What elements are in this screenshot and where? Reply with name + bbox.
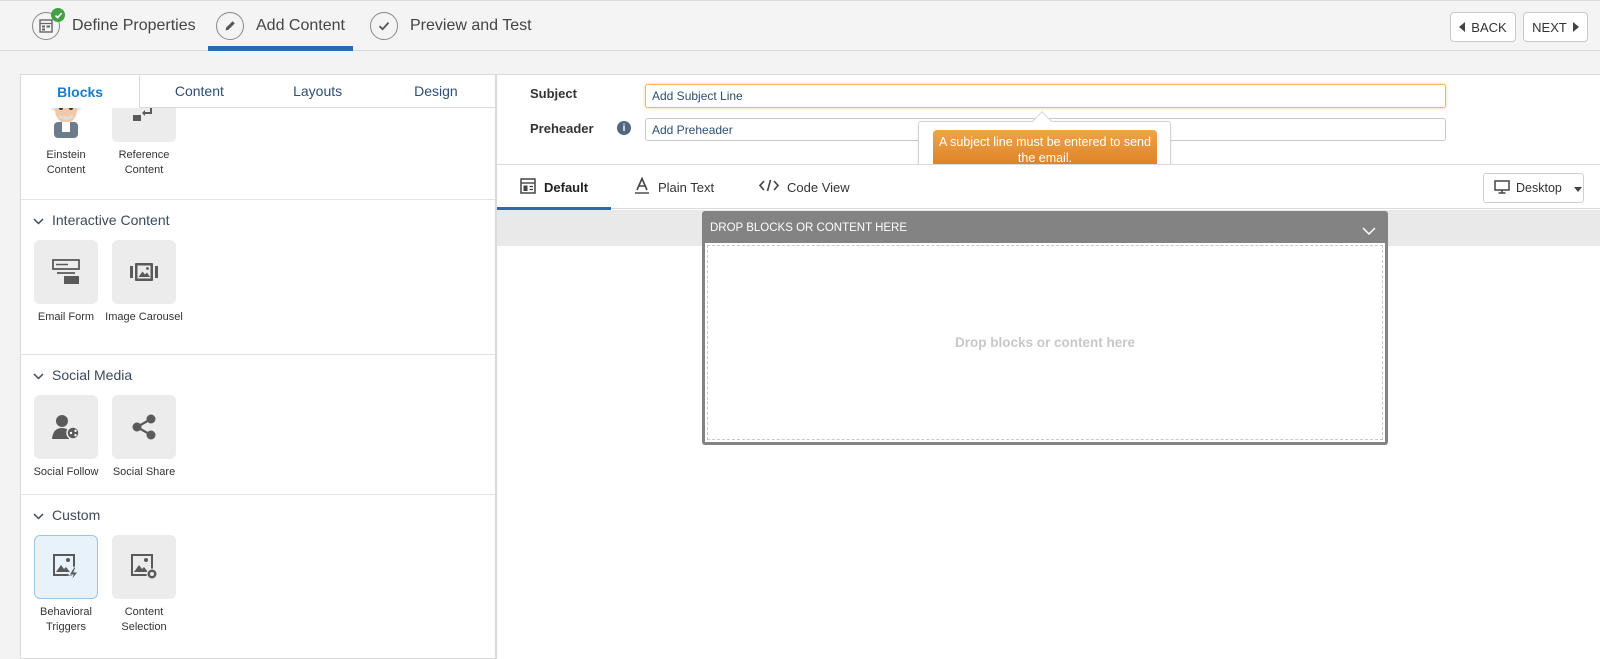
- step-preview-and-test[interactable]: Preview and Test: [370, 1, 532, 51]
- active-step-indicator: [208, 46, 353, 51]
- section-title: Interactive Content: [52, 212, 170, 228]
- back-button-label: BACK: [1471, 19, 1507, 35]
- monitor-icon: [1494, 179, 1510, 197]
- section-custom: Custom Behavioral Triggers Content Selec…: [21, 495, 495, 658]
- block-reference-content[interactable]: Reference Content: [112, 108, 176, 178]
- chevron-down-icon: [33, 212, 44, 228]
- section-title: Social Media: [52, 367, 133, 383]
- drop-zone-header: DROP BLOCKS OR CONTENT HERE: [710, 222, 908, 234]
- step-label: Preview and Test: [410, 17, 532, 34]
- section-header[interactable]: Social Media: [21, 355, 495, 395]
- next-button[interactable]: NEXT: [1523, 12, 1588, 42]
- tab-label: Plain Text: [658, 179, 715, 195]
- tab-design[interactable]: Design: [377, 75, 495, 107]
- carousel-icon: [112, 240, 176, 304]
- drop-zone-placeholder[interactable]: Drop blocks or content here: [705, 243, 1385, 442]
- tile-label: Image Carousel: [105, 311, 183, 323]
- code-icon: [758, 179, 780, 195]
- subject-input[interactable]: Add Subject Line: [645, 84, 1446, 108]
- wizard-bar: Define Properties Add Content Preview an…: [0, 0, 1600, 51]
- block-social-follow[interactable]: Social Follow: [34, 395, 98, 480]
- chevron-down-icon: [33, 507, 44, 523]
- block-email-form[interactable]: Email Form: [34, 240, 98, 325]
- behavioral-triggers-icon: [34, 535, 98, 599]
- tile-label: Einstein Content: [46, 149, 86, 176]
- block-social-share[interactable]: Social Share: [112, 395, 176, 480]
- content-drop-zone[interactable]: DROP BLOCKS OR CONTENT HERE Drop blocks …: [702, 211, 1388, 445]
- tab-blocks[interactable]: Blocks: [21, 75, 141, 109]
- tab-label: Default: [544, 179, 589, 195]
- block-einstein-content[interactable]: Einstein Content: [34, 108, 98, 178]
- tab-content[interactable]: Content: [140, 75, 258, 107]
- checkmark-icon: [370, 12, 398, 40]
- info-icon[interactable]: i: [617, 121, 631, 135]
- section-interactive-content: Interactive Content Email Form Image Car…: [21, 200, 495, 355]
- tile-label: Reference Content: [118, 149, 170, 176]
- step-label: Define Properties: [72, 17, 196, 34]
- blocks-section-top: Einstein Content Reference Content: [21, 108, 495, 200]
- device-select-value: Desktop: [1516, 181, 1562, 195]
- form-icon: [34, 240, 98, 304]
- next-button-label: NEXT: [1532, 19, 1567, 35]
- section-header[interactable]: Interactive Content: [21, 200, 495, 240]
- tile-label: Social Share: [112, 466, 176, 478]
- tab-layouts[interactable]: Layouts: [259, 75, 377, 107]
- section-title: Custom: [52, 507, 101, 523]
- caret-left-icon: [1459, 20, 1466, 35]
- back-button[interactable]: BACK: [1450, 12, 1516, 42]
- step-define-properties[interactable]: Define Properties: [32, 1, 196, 51]
- tile-label: Content Selection: [121, 606, 167, 633]
- blocks-panel: Blocks Content Layouts Design Einstein C: [20, 74, 496, 659]
- completed-check-icon: [51, 8, 65, 22]
- preheader-label: Preheader: [530, 121, 594, 136]
- panel-tabs: Blocks Content Layouts Design: [21, 75, 495, 109]
- share-icon: [112, 395, 176, 459]
- section-social-media: Social Media Social Follow Social Share: [21, 355, 495, 495]
- chevron-down-icon: [33, 367, 44, 383]
- tab-default-view[interactable]: Default: [497, 165, 611, 210]
- block-image-carousel[interactable]: Image Carousel: [105, 240, 183, 325]
- tile-label: Behavioral Triggers: [40, 606, 92, 633]
- pencil-icon: [216, 12, 244, 40]
- content-selection-icon: [112, 535, 176, 599]
- tile-label: Social Follow: [33, 466, 99, 478]
- chevron-down-icon[interactable]: [1362, 222, 1376, 240]
- block-behavioral-triggers[interactable]: Behavioral Triggers: [34, 535, 98, 635]
- view-tab-bar: Default Plain Text Code View Desktop: [497, 164, 1600, 210]
- device-select[interactable]: Desktop: [1483, 173, 1584, 203]
- tile-label: Email Form: [37, 311, 95, 323]
- tab-plain-text[interactable]: Plain Text: [634, 165, 714, 209]
- einstein-icon: [34, 108, 98, 142]
- section-header[interactable]: Custom: [21, 495, 495, 535]
- subject-label: Subject: [530, 86, 577, 101]
- caret-right-icon: [1572, 20, 1579, 35]
- social-follow-icon: [34, 395, 98, 459]
- step-add-content[interactable]: Add Content: [208, 1, 353, 51]
- grid-check-icon: [32, 8, 65, 40]
- reference-icon: [112, 108, 176, 142]
- layout-icon: [520, 177, 536, 197]
- caret-down-icon: [1573, 181, 1582, 195]
- step-label: Add Content: [256, 17, 345, 34]
- text-icon: [634, 176, 650, 197]
- block-content-selection[interactable]: Content Selection: [112, 535, 176, 635]
- tab-label: Code View: [787, 179, 850, 195]
- tab-code-view[interactable]: Code View: [758, 165, 850, 209]
